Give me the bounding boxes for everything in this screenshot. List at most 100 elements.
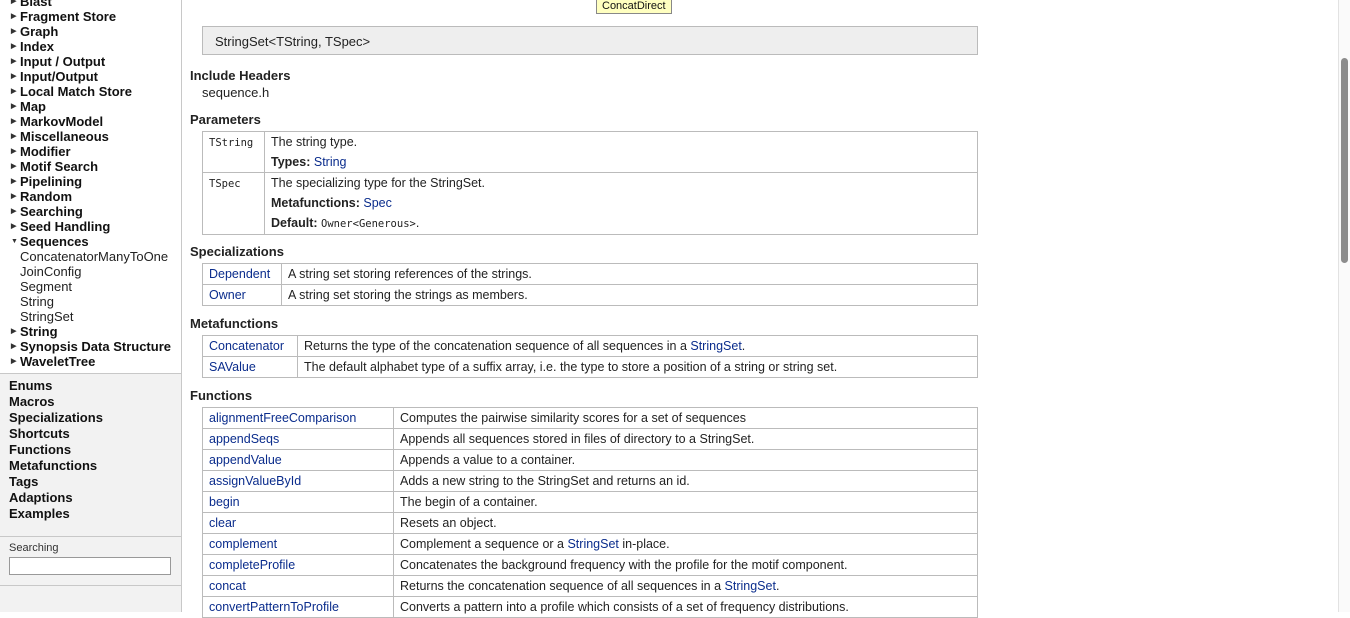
parameter-name-cell: TString (202, 131, 265, 173)
tree-item[interactable]: JoinConfig (0, 264, 181, 279)
specialization-desc-cell: A string set storing references of the s… (281, 263, 978, 285)
tree-item[interactable]: ▶ Graph (0, 24, 181, 39)
category-item[interactable]: Macros (0, 394, 181, 410)
category-item[interactable]: Metafunctions (0, 458, 181, 474)
tree-item[interactable]: ▶ String (0, 324, 181, 339)
tree-item[interactable]: ▼ Sequences (0, 234, 181, 249)
specialization-link[interactable]: Owner (209, 288, 246, 302)
collapsed-arrow-icon[interactable]: ▶ (11, 99, 16, 114)
tree-item[interactable]: ▶ Miscellaneous (0, 129, 181, 144)
inline-link[interactable]: StringSet (725, 579, 776, 593)
function-link[interactable]: completeProfile (209, 558, 295, 572)
tree-item[interactable]: ▶ Map (0, 99, 181, 114)
category-item[interactable]: Adaptions (0, 490, 181, 506)
function-link[interactable]: complement (209, 537, 277, 551)
tree-item[interactable]: Segment (0, 279, 181, 294)
specialization-link[interactable]: Dependent (209, 267, 270, 281)
tree-item[interactable]: ▶ WaveletTree (0, 354, 181, 369)
function-link[interactable]: appendValue (209, 453, 282, 467)
tree-item[interactable]: ▶ Motif Search (0, 159, 181, 174)
function-desc-cell: Adds a new string to the StringSet and r… (393, 470, 978, 492)
inline-link[interactable]: StringSet (567, 537, 618, 551)
collapsed-arrow-icon[interactable]: ▶ (11, 54, 16, 69)
tree-item[interactable]: ▶ Synopsis Data Structure (0, 339, 181, 354)
metafunction-link[interactable]: SAValue (209, 360, 256, 374)
collapsed-arrow-icon[interactable]: ▶ (11, 129, 16, 144)
inline-link[interactable]: StringSet (690, 339, 741, 353)
collapsed-arrow-icon[interactable]: ▶ (11, 69, 16, 84)
category-item[interactable]: Enums (0, 378, 181, 394)
collapsed-arrow-icon[interactable]: ▶ (11, 159, 16, 174)
parameter-extra-link[interactable]: String (314, 155, 347, 169)
search-panel: Searching (0, 536, 181, 586)
function-link[interactable]: alignmentFreeComparison (209, 411, 356, 425)
function-row: completeProfile Concatenates the backgrou… (202, 554, 978, 576)
tree-item[interactable]: String (0, 294, 181, 309)
tree-item[interactable]: ▶ Input/Output (0, 69, 181, 84)
collapsed-arrow-icon[interactable]: ▶ (11, 354, 16, 369)
parameter-extra-label: Metafunctions: (271, 196, 360, 210)
metafunctions-heading: Metafunctions (190, 316, 279, 331)
parameter-extra-link[interactable]: Spec (363, 196, 392, 210)
function-link[interactable]: begin (209, 495, 240, 509)
tree-item[interactable]: ▶ Seed Handling (0, 219, 181, 234)
category-item[interactable]: Functions (0, 442, 181, 458)
collapsed-arrow-icon[interactable]: ▶ (11, 144, 16, 159)
expanded-arrow-icon[interactable]: ▼ (11, 234, 18, 249)
category-item[interactable]: Specializations (0, 410, 181, 426)
inline-suffix: . (775, 579, 780, 593)
collapsed-arrow-icon[interactable]: ▶ (11, 84, 16, 99)
function-link[interactable]: concat (209, 579, 246, 593)
tree-item[interactable]: ▶ Blast (0, 0, 181, 9)
collapsed-arrow-icon[interactable]: ▶ (11, 189, 16, 204)
function-link[interactable]: assignValueById (209, 474, 301, 488)
tree-item[interactable]: ▶ Pipelining (0, 174, 181, 189)
function-desc-cell: Computes the pairwise similarity scores … (393, 407, 978, 429)
search-input[interactable] (9, 557, 171, 575)
function-link[interactable]: appendSeqs (209, 432, 279, 446)
tree-item[interactable]: ▶ Searching (0, 204, 181, 219)
class-signature: StringSet<TString, TSpec> (202, 26, 978, 55)
include-headers-heading: Include Headers (190, 68, 291, 83)
category-item[interactable]: Examples (0, 506, 181, 522)
function-row: concat Returns the concatenation sequence… (202, 575, 978, 597)
collapsed-arrow-icon[interactable]: ▶ (11, 324, 16, 339)
tree-item[interactable]: ▶ Random (0, 189, 181, 204)
function-desc-cell: Appends all sequences stored in files of… (393, 428, 978, 450)
function-link[interactable]: clear (209, 516, 236, 530)
tree-item[interactable]: ▶ Index (0, 39, 181, 54)
tree-item-label: WaveletTree (20, 354, 96, 369)
collapsed-arrow-icon[interactable]: ▶ (11, 0, 16, 9)
collapsed-arrow-icon[interactable]: ▶ (11, 24, 16, 39)
tree-item[interactable]: ▶ MarkovModel (0, 114, 181, 129)
parameter-extra: Types: String (271, 152, 971, 172)
collapsed-arrow-icon[interactable]: ▶ (11, 339, 16, 354)
specialization-description: A string set storing references of the s… (288, 267, 532, 281)
collapsed-arrow-icon[interactable]: ▶ (11, 219, 16, 234)
specialization-description: A string set storing the strings as memb… (288, 288, 528, 302)
tree-item[interactable]: ▶ Fragment Store (0, 9, 181, 24)
tree-item[interactable]: ▶ Modifier (0, 144, 181, 159)
function-row: appendValue Appends a value to a containe… (202, 449, 978, 471)
collapsed-arrow-icon[interactable]: ▶ (11, 204, 16, 219)
tree-item[interactable]: ▶ Local Match Store (0, 84, 181, 99)
tree-item[interactable]: ▶ Input / Output (0, 54, 181, 69)
scrollbar-thumb[interactable] (1341, 58, 1348, 263)
function-desc-cell: The begin of a container. (393, 491, 978, 513)
category-item[interactable]: Shortcuts (0, 426, 181, 442)
metafunction-name-cell: Concatenator (202, 335, 298, 357)
tree-item-label: Searching (20, 204, 83, 219)
function-name-cell: clear (202, 512, 394, 534)
scrollbar[interactable] (1338, 0, 1350, 612)
function-description: Appends a value to a container. (400, 453, 576, 467)
collapsed-arrow-icon[interactable]: ▶ (11, 174, 16, 189)
parameter-name: TString (209, 137, 254, 149)
specialization-name-cell: Owner (202, 284, 282, 306)
category-item[interactable]: Tags (0, 474, 181, 490)
collapsed-arrow-icon[interactable]: ▶ (11, 114, 16, 129)
tree-item[interactable]: StringSet (0, 309, 181, 324)
collapsed-arrow-icon[interactable]: ▶ (11, 9, 16, 24)
collapsed-arrow-icon[interactable]: ▶ (11, 39, 16, 54)
metafunction-link[interactable]: Concatenator (209, 339, 284, 353)
tree-item[interactable]: ConcatenatorManyToOne (0, 249, 181, 264)
